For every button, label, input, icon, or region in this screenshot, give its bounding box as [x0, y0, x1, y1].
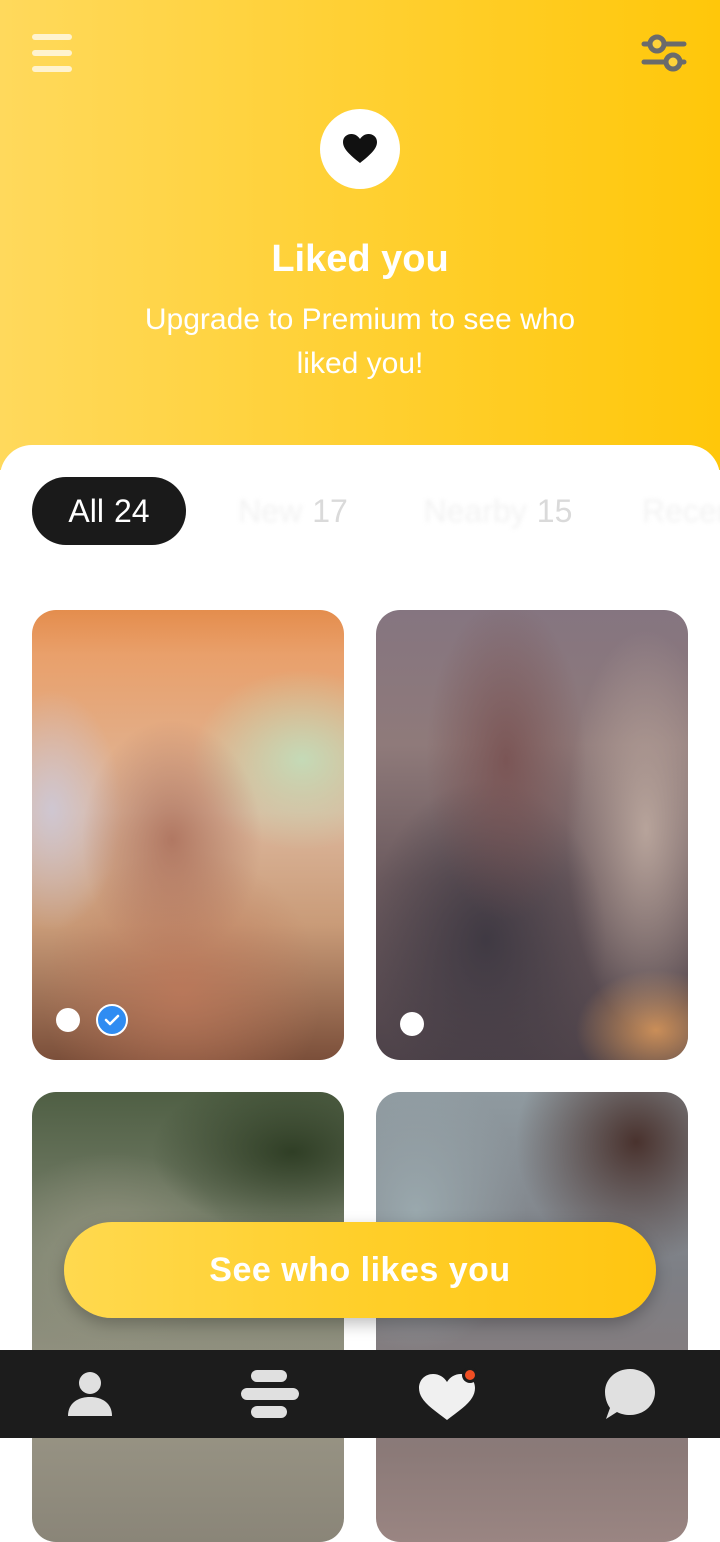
online-indicator	[400, 1012, 424, 1036]
tab-new[interactable]: New 17	[228, 477, 358, 545]
nav-people-nearby[interactable]	[180, 1350, 360, 1438]
blurred-photo	[32, 610, 344, 1060]
liked-badge	[320, 109, 400, 189]
tab-count: 17	[312, 492, 348, 529]
tab-label: Nearby	[423, 492, 527, 529]
profile-icon	[68, 1372, 112, 1416]
blurred-photo	[376, 610, 688, 1060]
hamburger-menu-icon	[32, 34, 72, 40]
online-indicator	[56, 1008, 80, 1032]
sliders-icon	[641, 34, 687, 72]
liker-card-1[interactable]	[32, 610, 344, 1060]
liker-card-2[interactable]	[376, 610, 688, 1060]
menu-button[interactable]	[32, 34, 72, 72]
tab-label: New	[238, 492, 303, 529]
chat-icon	[605, 1369, 655, 1419]
nav-profile[interactable]	[0, 1350, 180, 1438]
filter-tabs: All 24 New 17 Nearby 15 Recent	[32, 477, 720, 547]
tab-all[interactable]: All 24	[32, 477, 186, 545]
people-nearby-icon	[241, 1370, 299, 1418]
bottom-nav	[0, 1350, 720, 1438]
tab-nearby[interactable]: Nearby 15	[408, 477, 588, 545]
tab-count: 24	[113, 492, 150, 529]
heart-icon	[343, 134, 377, 163]
header-banner: Liked you Upgrade to Premium to see who …	[0, 0, 720, 470]
see-who-likes-you-button[interactable]: See who likes you	[64, 1222, 656, 1318]
tab-recent[interactable]: Recent	[642, 477, 720, 545]
checkmark-icon	[104, 1014, 120, 1026]
tab-count: 15	[536, 492, 573, 529]
page-title: Liked you	[271, 238, 449, 280]
filter-button[interactable]	[640, 30, 688, 78]
upgrade-subtitle: Upgrade to Premium to see who liked you!	[144, 303, 576, 380]
verified-badge	[96, 1004, 128, 1036]
notification-dot	[465, 1370, 475, 1380]
nav-liked-you[interactable]	[360, 1350, 540, 1438]
tab-label: Recent	[642, 492, 720, 529]
nav-chats[interactable]	[540, 1350, 720, 1438]
liked-you-icon	[419, 1367, 478, 1420]
tab-label: All	[68, 492, 104, 529]
